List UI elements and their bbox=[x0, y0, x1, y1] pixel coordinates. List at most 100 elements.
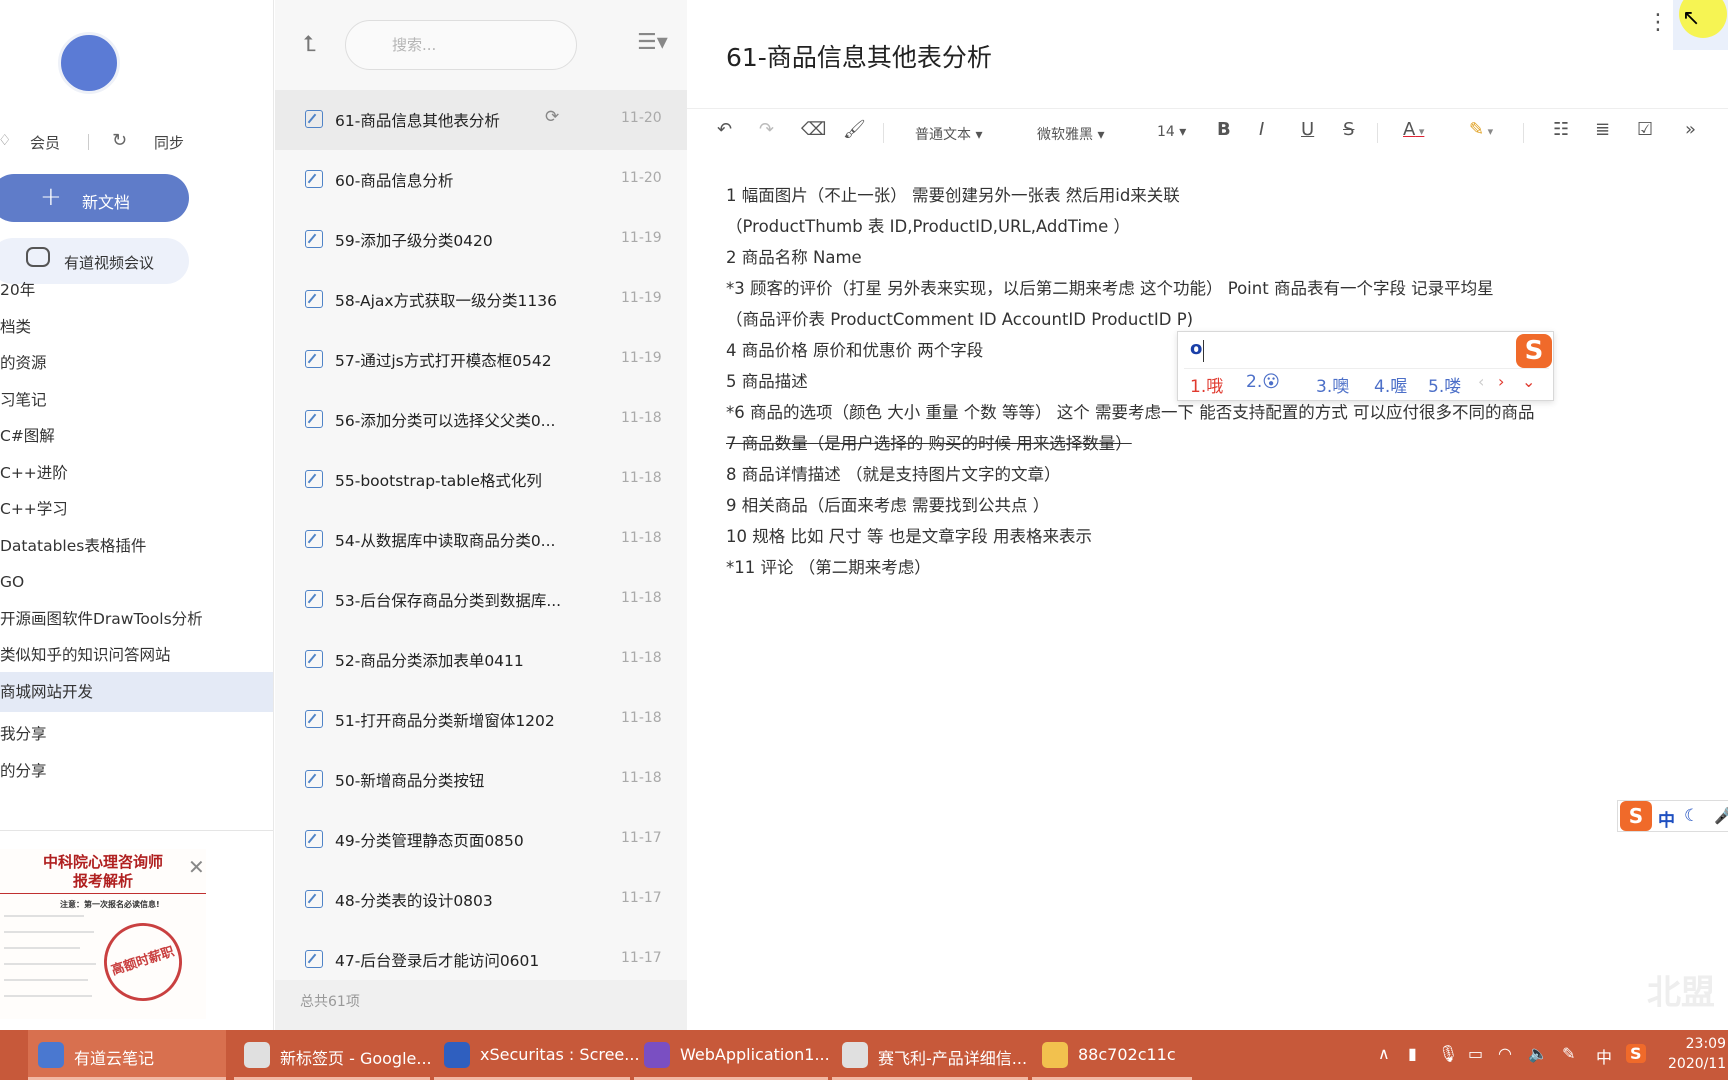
battery-icon[interactable]: ▭ bbox=[1468, 1044, 1483, 1063]
bullet-list-icon[interactable]: ☷ bbox=[1553, 119, 1569, 140]
sidebar-folder-item[interactable]: 习笔记 bbox=[0, 380, 273, 420]
sidebar-folder-item[interactable]: 档类 bbox=[0, 307, 273, 347]
sidebar-folder-item[interactable]: C#图解 bbox=[0, 416, 273, 456]
ime-candidate[interactable]: 4.喔 bbox=[1374, 372, 1407, 397]
pen-icon[interactable]: ✎ bbox=[1562, 1044, 1575, 1063]
ime-candidate[interactable]: 1.哦 bbox=[1190, 372, 1223, 397]
note-date: 11-18 bbox=[621, 530, 662, 546]
document-line[interactable]: （商品评价表 ProductComment ID AccountID Produ… bbox=[726, 306, 1193, 330]
page-title[interactable]: 61-商品信息其他表分析 bbox=[726, 38, 992, 74]
sync-icon[interactable]: ↻ bbox=[112, 130, 127, 151]
taskbar-app[interactable]: 88c702c11c bbox=[1032, 1030, 1192, 1080]
note-list-item[interactable]: 58-Ajax方式获取一级分类1136 11-19 bbox=[275, 270, 687, 330]
document-line[interactable]: 4 商品价格 原价和优惠价 两个字段 bbox=[726, 337, 983, 361]
sidebar-folder-item[interactable]: C++进阶 bbox=[0, 453, 273, 493]
close-icon[interactable]: ✕ bbox=[188, 855, 205, 879]
ime-candidate[interactable]: 3.噢 bbox=[1316, 372, 1349, 397]
redo-icon[interactable]: ↷ bbox=[759, 119, 774, 140]
note-list-item[interactable]: 49-分类管理静态页面0850 11-17 bbox=[275, 810, 687, 870]
note-list-item[interactable]: 55-bootstrap-table格式化列 11-18 bbox=[275, 450, 687, 510]
more-options-icon[interactable]: ⋮ bbox=[1647, 10, 1669, 35]
italic-button[interactable]: I bbox=[1259, 119, 1264, 140]
note-list-item[interactable]: 48-分类表的设计0803 11-17 bbox=[275, 870, 687, 930]
taskbar-app[interactable]: 有道云笔记 bbox=[28, 1030, 226, 1080]
ime-candidate[interactable]: 5.喽 bbox=[1428, 372, 1461, 397]
sort-menu-icon[interactable]: ☰▾ bbox=[637, 30, 668, 55]
sidebar-folder-item[interactable]: Datatables表格插件 bbox=[0, 526, 273, 566]
sidebar-folder-item[interactable]: C++学习 bbox=[0, 489, 273, 529]
taskbar-app[interactable]: WebApplication1... bbox=[634, 1030, 830, 1080]
search-input[interactable]: 搜索... bbox=[345, 20, 577, 70]
document-line[interactable]: 9 相关商品（后面来考虑 需要找到公共点 ） bbox=[726, 492, 1049, 516]
new-doc-button[interactable]: + 新文档 bbox=[0, 174, 189, 222]
avatar[interactable] bbox=[58, 32, 120, 94]
note-list-item[interactable]: 61-商品信息其他表分析 ⟳ 11-20 bbox=[275, 90, 687, 150]
document-line[interactable]: *6 商品的选项（颜色 大小 重量 个数 等等） 这个 需要考虑一下 能否支持配… bbox=[726, 399, 1534, 423]
document-line[interactable]: 1 幅面图片（不止一张） 需要创建另外一张表 然后用id来关联 bbox=[726, 182, 1180, 206]
more-tools-icon[interactable]: » bbox=[1685, 119, 1696, 140]
numbered-list-icon[interactable]: ≣ bbox=[1595, 119, 1610, 140]
document-line[interactable]: 5 商品描述 bbox=[726, 368, 808, 392]
paragraph-style-select[interactable]: 普通文本 ▾ bbox=[915, 124, 982, 144]
tray-expand-icon[interactable]: ∧ bbox=[1378, 1044, 1390, 1063]
note-list-item[interactable]: 50-新增商品分类按钮 11-18 bbox=[275, 750, 687, 810]
document-line[interactable]: 8 商品详情描述 （就是支持图片文字的文章） bbox=[726, 461, 1061, 485]
wifi-icon[interactable]: ◠ bbox=[1498, 1044, 1512, 1063]
microphone-icon[interactable]: 🎤 bbox=[1714, 806, 1728, 825]
strikethrough-button[interactable]: S bbox=[1343, 119, 1354, 140]
vip-link[interactable]: 会员 bbox=[30, 132, 60, 153]
microphone-icon[interactable]: 🎙 bbox=[1438, 1044, 1458, 1063]
clock[interactable]: 23:09 2020/11 bbox=[1668, 1034, 1726, 1074]
note-list-item[interactable]: 56-添加分类可以选择父父类0... 11-18 bbox=[275, 390, 687, 450]
document-line[interactable]: （ProductThumb 表 ID,ProductID,URL,AddTime… bbox=[726, 213, 1130, 237]
sidebar-folder-item[interactable]: 开源画图软件DrawTools分析 bbox=[0, 599, 273, 639]
tray-device-icon[interactable]: ▮ bbox=[1408, 1044, 1417, 1063]
taskbar-app[interactable]: 新标签页 - Google... bbox=[234, 1030, 432, 1080]
taskbar-app[interactable]: xSecuritas : Scree... bbox=[434, 1030, 640, 1080]
ad-image[interactable]: 中科院心理咨询师 报考解析 注意：第一次报名必读信息! 高额时薪职位 bbox=[0, 849, 206, 1019]
back-up-icon[interactable]: ⮤ bbox=[303, 32, 316, 57]
document-line[interactable]: 10 规格 比如 尺寸 等 也是文章字段 用表格来表示 bbox=[726, 523, 1092, 547]
ime-mode[interactable]: 中 bbox=[1658, 806, 1675, 831]
note-list-item[interactable]: 53-后台保存商品分类到数据库... 11-18 bbox=[275, 570, 687, 630]
note-list-item[interactable]: 52-商品分类添加表单0411 11-18 bbox=[275, 630, 687, 690]
format-painter-icon[interactable]: 🖌 bbox=[843, 119, 866, 140]
sidebar-folder-item[interactable]: 20年 bbox=[0, 270, 273, 310]
sogou-tray-icon[interactable]: S bbox=[1626, 1044, 1646, 1063]
next-page-icon[interactable]: › bbox=[1498, 372, 1504, 391]
document-line[interactable]: 7 商品数量（是用户选择的 购买的时候 用来选择数量） bbox=[726, 430, 1132, 454]
diamond-icon[interactable]: ♢ bbox=[0, 131, 11, 149]
note-list-item[interactable]: 51-打开商品分类新增窗体1202 11-18 bbox=[275, 690, 687, 750]
taskbar-app[interactable]: 赛飞利-产品详细信... bbox=[832, 1030, 1028, 1080]
highlight-icon[interactable]: ✎ ▾ bbox=[1469, 119, 1493, 140]
bold-button[interactable]: B bbox=[1217, 119, 1231, 140]
volume-icon[interactable]: 🔈 bbox=[1528, 1044, 1548, 1063]
note-list-item[interactable]: 57-通过js方式打开模态框0542 11-19 bbox=[275, 330, 687, 390]
ime-candidate[interactable]: 2.😮 bbox=[1246, 372, 1280, 392]
font-family-select[interactable]: 微软雅黑 ▾ bbox=[1037, 124, 1104, 144]
note-list-item[interactable]: 59-添加子级分类0420 11-19 bbox=[275, 210, 687, 270]
note-list-item[interactable]: 60-商品信息分析 11-20 bbox=[275, 150, 687, 210]
ime-status-bar[interactable]: S 中 ☾ 🎤 bbox=[1617, 800, 1728, 832]
moon-icon[interactable]: ☾ bbox=[1684, 806, 1699, 826]
font-color-button[interactable]: A ▾ bbox=[1403, 119, 1424, 140]
sidebar-folder-item[interactable]: GO bbox=[0, 562, 273, 602]
document-line[interactable]: *3 顾客的评价（打星 另外表来实现，以后第二期来考虑 这个功能） Point … bbox=[726, 275, 1494, 299]
document-line[interactable]: 2 商品名称 Name bbox=[726, 244, 862, 268]
ime-indicator[interactable]: 中 bbox=[1596, 1044, 1612, 1068]
sidebar-folder-item[interactable]: 商城网站开发 bbox=[0, 671, 273, 712]
sidebar-folder-item[interactable]: 我分享 bbox=[0, 714, 273, 754]
sidebar-folder-item[interactable]: 的分享 bbox=[0, 751, 273, 791]
sidebar-folder-item[interactable]: 的资源 bbox=[0, 343, 273, 383]
font-size-select[interactable]: 14 ▾ bbox=[1157, 124, 1186, 140]
underline-button[interactable]: U bbox=[1301, 119, 1314, 140]
prev-page-icon[interactable]: ‹ bbox=[1478, 372, 1484, 391]
eraser-icon[interactable]: ⌫ bbox=[801, 119, 826, 140]
note-list-item[interactable]: 54-从数据库中读取商品分类0... 11-18 bbox=[275, 510, 687, 570]
expand-icon[interactable]: ⌄ bbox=[1522, 372, 1535, 391]
sidebar-folder-item[interactable]: 类似知乎的知识问答网站 bbox=[0, 635, 273, 675]
document-line[interactable]: *11 评论 （第二期来考虑） bbox=[726, 554, 931, 578]
checkbox-icon[interactable]: ☑ bbox=[1637, 119, 1653, 140]
sync-button[interactable]: 同步 bbox=[154, 132, 184, 153]
undo-icon[interactable]: ↶ bbox=[717, 119, 732, 140]
